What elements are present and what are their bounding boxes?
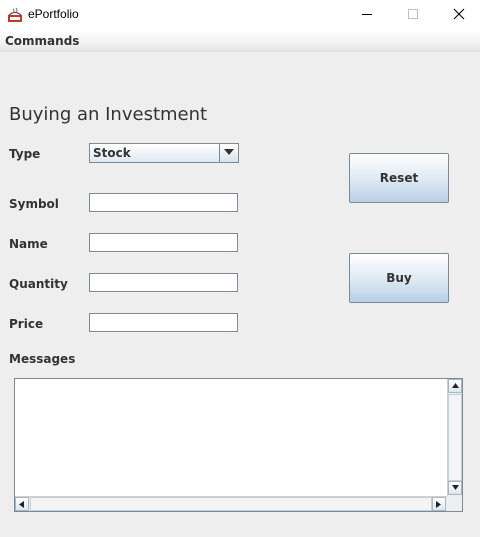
maximize-icon: [408, 9, 418, 19]
type-selected-value: Stock: [93, 146, 131, 160]
symbol-label: Symbol: [9, 197, 59, 211]
page-title: Buying an Investment: [9, 104, 208, 125]
window-title: ePortfolio: [28, 7, 79, 21]
java-app-icon: [7, 7, 23, 23]
close-button[interactable]: [436, 0, 480, 30]
scroll-right-button[interactable]: [432, 497, 446, 511]
messages-text-area[interactable]: [15, 379, 447, 496]
scroll-up-button[interactable]: [448, 379, 462, 393]
menu-bar: Commands: [0, 30, 480, 52]
scroll-down-button[interactable]: [448, 481, 462, 495]
symbol-field[interactable]: [89, 193, 238, 212]
arrow-up-icon: [452, 383, 459, 388]
horizontal-scroll-track[interactable]: [30, 497, 432, 511]
messages-scroll-pane: [14, 378, 463, 512]
maximize-button[interactable]: [390, 0, 436, 30]
messages-label: Messages: [9, 352, 76, 366]
name-label: Name: [9, 237, 48, 251]
price-field[interactable]: [89, 313, 238, 332]
title-bar: ePortfolio: [0, 0, 480, 30]
type-label: Type: [9, 147, 41, 161]
quantity-field[interactable]: [89, 273, 238, 292]
price-label: Price: [9, 317, 44, 331]
quantity-label: Quantity: [9, 277, 68, 291]
vertical-scroll-track[interactable]: [448, 394, 462, 481]
minimize-button[interactable]: [344, 0, 390, 30]
scrollbar-corner: [447, 496, 462, 511]
buy-button[interactable]: Buy: [349, 253, 449, 303]
arrow-left-icon: [19, 501, 24, 508]
name-field[interactable]: [89, 233, 238, 252]
scroll-left-button[interactable]: [15, 497, 29, 511]
menu-commands[interactable]: Commands: [5, 34, 79, 48]
vertical-scrollbar[interactable]: [447, 379, 462, 496]
dropdown-arrow-button[interactable]: [219, 144, 238, 162]
horizontal-scrollbar[interactable]: [15, 496, 447, 511]
minimize-icon: [362, 14, 372, 15]
arrow-down-icon: [452, 485, 459, 490]
chevron-down-icon: [224, 149, 234, 155]
reset-button[interactable]: Reset: [349, 153, 449, 203]
arrow-right-icon: [436, 501, 441, 508]
close-icon: [453, 8, 465, 20]
type-dropdown[interactable]: Stock: [89, 143, 239, 163]
